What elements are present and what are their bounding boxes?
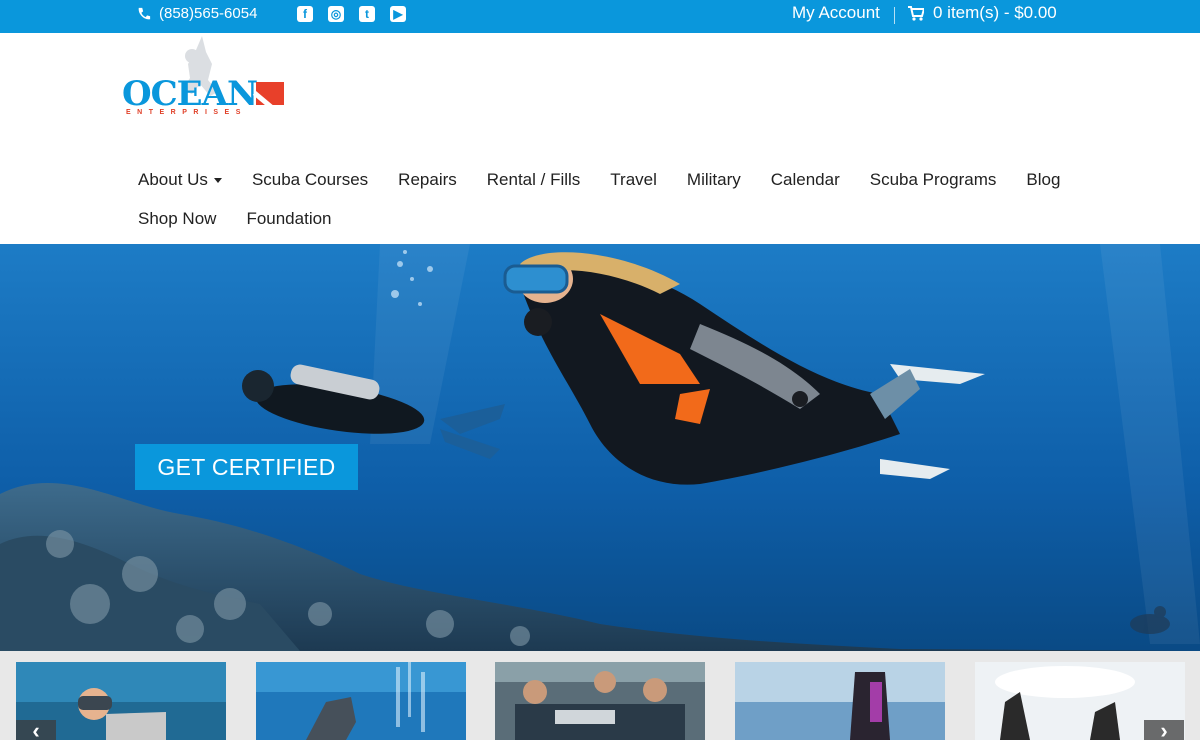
main-nav: About Us Scuba Courses Repairs Rental / … [138, 160, 1098, 238]
cart-summary: 0 item(s) - $0.00 [933, 3, 1057, 22]
instagram-icon[interactable]: ◎ [328, 6, 344, 22]
facebook-icon[interactable]: f [297, 6, 313, 22]
dive-flag-icon [256, 82, 284, 105]
social-links: f ◎ t ▶ [297, 6, 406, 22]
carousel-thumb[interactable] [735, 662, 945, 740]
phone-icon [138, 7, 151, 19]
hero-banner[interactable]: GET CERTIFIED [0, 244, 1200, 651]
chevron-down-icon [213, 178, 222, 183]
chevron-right-icon: › [1160, 718, 1168, 740]
logo-subtitle: ENTERPRISES [126, 109, 247, 116]
nav-item-rental-fills[interactable]: Rental / Fills [487, 170, 581, 190]
thumb-image-wreck [256, 662, 466, 740]
cart-icon [908, 5, 924, 21]
nav-item-foundation[interactable]: Foundation [246, 209, 331, 229]
phone-number: (858)565-6054 [159, 5, 258, 22]
chevron-left-icon: ‹ [32, 718, 40, 740]
nav-item-blog[interactable]: Blog [1026, 170, 1060, 190]
thumb-image-pool [735, 662, 945, 740]
nav-item-scuba-programs[interactable]: Scuba Programs [870, 170, 997, 190]
nav-item-scuba-courses[interactable]: Scuba Courses [252, 170, 368, 190]
get-certified-button[interactable]: GET CERTIFIED [135, 444, 358, 490]
nav-item-travel[interactable]: Travel [610, 170, 657, 190]
cart-link[interactable]: 0 item(s) - $0.00 [908, 3, 1057, 23]
nav-label: About Us [138, 169, 208, 189]
carousel-prev-button[interactable]: ‹ [16, 720, 56, 740]
nav-row-1: About Us Scuba Courses Repairs Rental / … [138, 160, 1098, 199]
nav-item-repairs[interactable]: Repairs [398, 170, 457, 190]
nav-item-shop-now[interactable]: Shop Now [138, 209, 216, 229]
twitter-icon[interactable]: t [359, 6, 375, 22]
thumbnail-carousel: ‹ › [0, 651, 1200, 740]
thumb-image-class [495, 662, 705, 740]
carousel-next-button[interactable]: › [1144, 720, 1184, 740]
nav-item-military[interactable]: Military [687, 170, 741, 190]
logo-wordmark: OCEAN [122, 74, 258, 114]
my-account-link[interactable]: My Account [792, 3, 880, 23]
carousel-thumb[interactable] [256, 662, 466, 740]
nav-row-2: Shop Now Foundation [138, 199, 1098, 238]
site-logo[interactable]: OCEAN ENTERPRISES [122, 34, 292, 124]
nav-item-about-us[interactable]: About Us [138, 170, 222, 190]
carousel-thumb[interactable] [495, 662, 705, 740]
phone-link[interactable]: (858)565-6054 [137, 5, 257, 22]
youtube-icon[interactable]: ▶ [390, 6, 406, 22]
top-bar: (858)565-6054 f ◎ t ▶ My Account 0 item(… [0, 0, 1200, 33]
topbar-divider [894, 7, 895, 24]
nav-item-calendar[interactable]: Calendar [771, 170, 840, 190]
